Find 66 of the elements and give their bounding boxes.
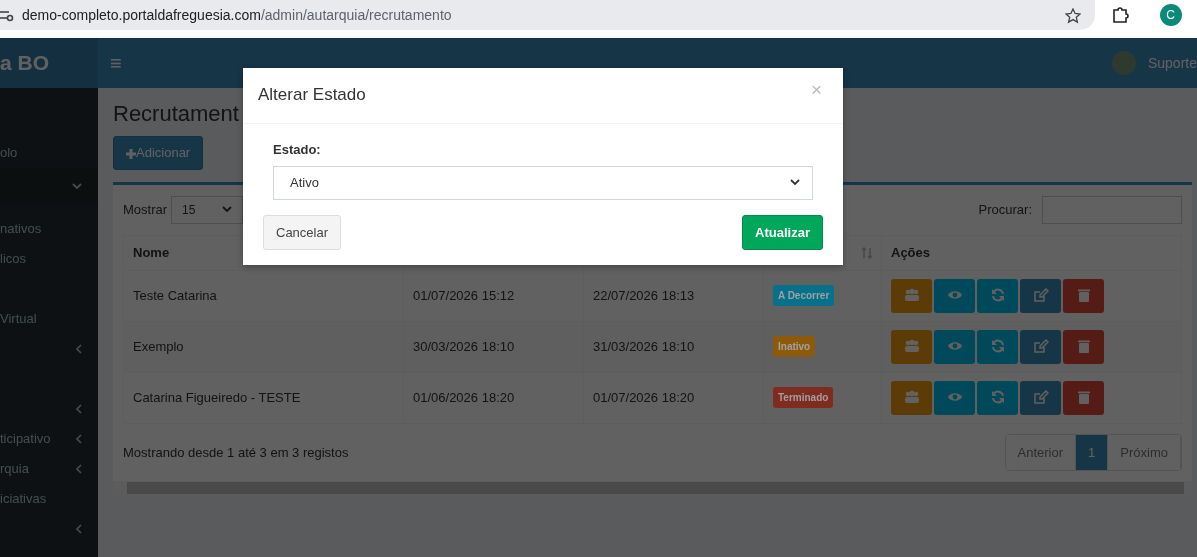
status-label: A Decorrer <box>773 285 835 307</box>
edit-icon <box>1032 288 1049 304</box>
show-label: Mostrar <box>123 200 168 219</box>
caret-icon <box>790 179 800 186</box>
view-button[interactable] <box>934 329 975 364</box>
users-icon <box>903 339 920 355</box>
field-label: Estado: <box>273 141 322 159</box>
close-button[interactable]: × <box>804 80 828 99</box>
status-select[interactable]: Ativo <box>273 165 813 200</box>
menu-icon[interactable]: ≡ <box>110 53 122 73</box>
plus-icon <box>126 148 136 159</box>
logo-text[interactable]: a BO <box>0 38 98 88</box>
column-header[interactable]: Ações <box>891 244 931 260</box>
edit-icon <box>1032 390 1049 406</box>
page-size-select[interactable]: 15 <box>171 195 244 224</box>
table-cell: 01/07/2026 15:12 <box>413 287 515 303</box>
page-link[interactable]: 1 <box>1076 434 1109 471</box>
status-label: Terminado <box>773 387 834 409</box>
refresh-icon <box>989 288 1006 304</box>
view-button[interactable] <box>934 278 975 313</box>
users-icon <box>903 390 920 406</box>
trash-icon <box>1075 339 1092 355</box>
modal-title: Alterar Estado <box>258 85 366 106</box>
page-title: Recrutament <box>113 102 240 127</box>
table-cell: 30/03/2026 18:10 <box>413 338 515 354</box>
puzzle-icon[interactable] <box>1110 6 1129 24</box>
star-icon[interactable] <box>1065 7 1081 24</box>
refresh-button[interactable] <box>977 278 1018 313</box>
add-button[interactable]: Adicionar <box>113 136 204 170</box>
avatar-placeholder <box>1111 51 1136 75</box>
table-cell: Catarina Figueiredo - TESTE <box>133 389 301 405</box>
edit-button[interactable] <box>1020 329 1061 364</box>
view-button[interactable] <box>934 380 975 415</box>
table-cell: 01/06/2026 18:20 <box>413 389 515 405</box>
scrollbar-thumb[interactable] <box>127 482 1184 495</box>
trash-icon <box>1075 390 1092 406</box>
refresh-button[interactable] <box>977 329 1018 364</box>
status-label: Inativo <box>773 336 816 358</box>
table-cell: 01/07/2026 18:20 <box>593 389 695 405</box>
users-icon <box>903 288 920 304</box>
column-header[interactable]: Nome <box>133 244 170 260</box>
delete-button[interactable] <box>1063 278 1104 313</box>
edit-icon <box>1032 339 1049 355</box>
delete-button[interactable] <box>1063 380 1104 415</box>
refresh-icon <box>989 339 1006 355</box>
trash-icon <box>1075 288 1092 304</box>
sort-icon[interactable] <box>861 246 873 259</box>
edit-button[interactable] <box>1020 380 1061 415</box>
delete-button[interactable] <box>1063 329 1104 364</box>
table-cell: 22/07/2026 18:13 <box>593 287 695 303</box>
users-button[interactable] <box>891 278 932 313</box>
search-label: Procurar: <box>978 200 1032 219</box>
users-button[interactable] <box>891 380 932 415</box>
cancel-button[interactable]: Cancelar <box>263 214 342 250</box>
table-cell: 31/03/2026 18:10 <box>593 338 695 354</box>
refresh-button[interactable] <box>977 380 1018 415</box>
refresh-icon <box>989 390 1006 406</box>
table-cell: Exemplo <box>133 338 184 354</box>
profile-avatar[interactable]: C <box>1159 4 1182 26</box>
table-info: Mostrando desde 1 até 3 em 3 registos <box>123 443 349 462</box>
submit-button[interactable]: Atualizar <box>742 214 823 250</box>
table-cell: Teste Catarina <box>133 287 217 303</box>
caret-icon <box>222 206 233 214</box>
edit-button[interactable] <box>1020 278 1061 313</box>
users-button[interactable] <box>891 329 932 364</box>
user-name[interactable]: Suporte <box>1147 52 1197 74</box>
